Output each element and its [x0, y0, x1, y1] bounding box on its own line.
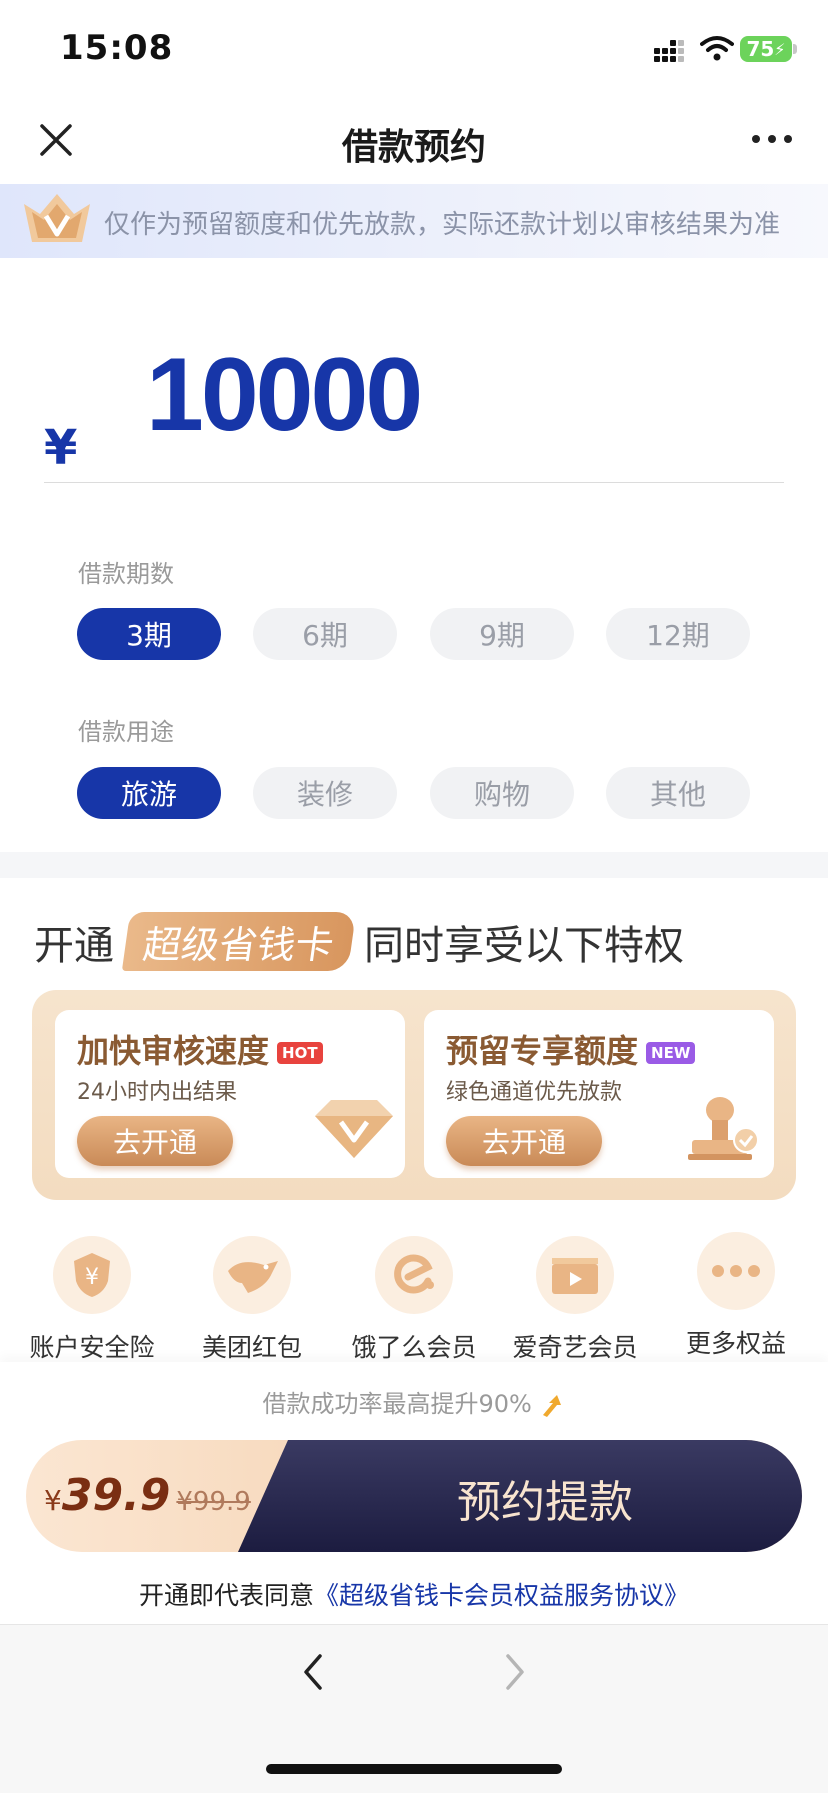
privilege-title-text: 加快审核速度 [77, 1032, 270, 1070]
purpose-option-travel[interactable]: 旅游 [77, 767, 221, 819]
benefit-label: 账户安全险 [29, 1333, 155, 1362]
page-title: 借款预约 [341, 127, 486, 168]
back-icon[interactable] [300, 1652, 326, 1692]
crown-v-icon [24, 194, 90, 242]
up-arrow-icon [543, 1395, 562, 1417]
promo-prefix: 开通 [34, 922, 114, 969]
privilege-card-speed: 加快审核速度 HOT 24小时内出结果 去开通 [55, 1010, 405, 1178]
amount-underline [44, 482, 784, 483]
battery-tip [793, 44, 797, 54]
privilege-title: 预留专享额度 NEW [446, 1026, 696, 1072]
member-price: 39.9 [61, 1470, 171, 1521]
purpose-option-other[interactable]: 其他 [606, 767, 750, 819]
stamp-icon [688, 1097, 759, 1160]
privilege-card-quota: 预留专享额度 NEW 绿色通道优先放款 去开通 [424, 1010, 774, 1178]
benefit-label: 爱奇艺会员 [512, 1333, 638, 1362]
battery-icon: 75 ⚡ [740, 36, 792, 62]
currency-symbol: ¥ [44, 420, 78, 476]
promo-suffix: 同时享受以下特权 [364, 922, 685, 969]
period-option-12[interactable]: 12期 [606, 608, 750, 660]
period-option-3[interactable]: 3期 [77, 608, 221, 660]
video-icon [536, 1236, 614, 1314]
reserve-withdraw-button[interactable]: ¥ 39.9 ¥99.9 预约提款 [26, 1440, 802, 1552]
privilege-title-text: 预留专享额度 [446, 1032, 639, 1070]
purpose-label: 借款用途 [78, 718, 174, 746]
hot-badge: HOT [277, 1042, 323, 1064]
notice-text: 仅作为预留额度和优先放款，实际还款计划以审核结果为准 [104, 210, 781, 240]
battery-level: 75 [746, 37, 775, 61]
agreement-link[interactable]: 《超级省钱卡会员权益服务协议》 [314, 1581, 689, 1610]
benefit-eleme[interactable]: 饿了么会员 [344, 1236, 484, 1364]
more-options-icon[interactable] [752, 135, 792, 147]
benefit-account-insurance[interactable]: ¥ 账户安全险 [22, 1236, 162, 1364]
forward-icon[interactable] [502, 1652, 528, 1692]
signal-icon [654, 40, 684, 62]
activate-button[interactable]: 去开通 [446, 1116, 602, 1166]
wifi-icon [700, 36, 734, 61]
svg-text:¥: ¥ [85, 1265, 99, 1290]
shield-yen-icon: ¥ [53, 1236, 131, 1314]
price-group: ¥ 39.9 ¥99.9 [44, 1470, 251, 1521]
benefit-iqiyi[interactable]: 爱奇艺会员 [505, 1236, 645, 1364]
price-currency: ¥ [44, 1484, 62, 1517]
privilege-subtitle: 绿色通道优先放款 [446, 1080, 623, 1105]
privilege-title: 加快审核速度 HOT [77, 1026, 323, 1072]
promo-card-tag: 超级省钱卡 [121, 912, 357, 971]
benefit-label: 美团红包 [201, 1333, 302, 1362]
kangaroo-icon [213, 1236, 291, 1314]
period-label: 借款期数 [78, 560, 174, 588]
more-icon [697, 1232, 775, 1310]
success-rate-label: 借款成功率最高提升90% [262, 1390, 532, 1418]
diamond-icon [315, 1100, 393, 1158]
section-divider [0, 852, 828, 878]
benefit-meituan[interactable]: 美团红包 [182, 1236, 322, 1364]
success-rate-text: 借款成功率最高提升90% [0, 1384, 828, 1419]
purpose-option-shopping[interactable]: 购物 [430, 767, 574, 819]
privilege-subtitle: 24小时内出结果 [77, 1080, 237, 1105]
agreement-text: 开通即代表同意《超级省钱卡会员权益服务协议》 [0, 1576, 828, 1612]
eleme-icon [375, 1236, 453, 1314]
benefit-more[interactable]: 更多权益 [666, 1232, 806, 1360]
period-option-9[interactable]: 9期 [430, 608, 574, 660]
new-badge: NEW [646, 1042, 696, 1064]
status-time: 15:08 [60, 28, 174, 68]
purpose-option-decoration[interactable]: 装修 [253, 767, 397, 819]
cta-label: 预约提款 [457, 1477, 633, 1528]
original-price: ¥99.9 [176, 1487, 251, 1517]
amount-input[interactable]: 10000 [146, 336, 423, 455]
period-option-6[interactable]: 6期 [253, 608, 397, 660]
home-indicator [266, 1764, 562, 1774]
promo-heading: 开通 超级省钱卡 同时享受以下特权 [34, 912, 684, 971]
agreement-prefix: 开通即代表同意 [138, 1581, 314, 1610]
benefit-label: 更多权益 [685, 1329, 786, 1358]
benefit-label: 饿了么会员 [351, 1333, 477, 1362]
activate-button[interactable]: 去开通 [77, 1116, 233, 1166]
